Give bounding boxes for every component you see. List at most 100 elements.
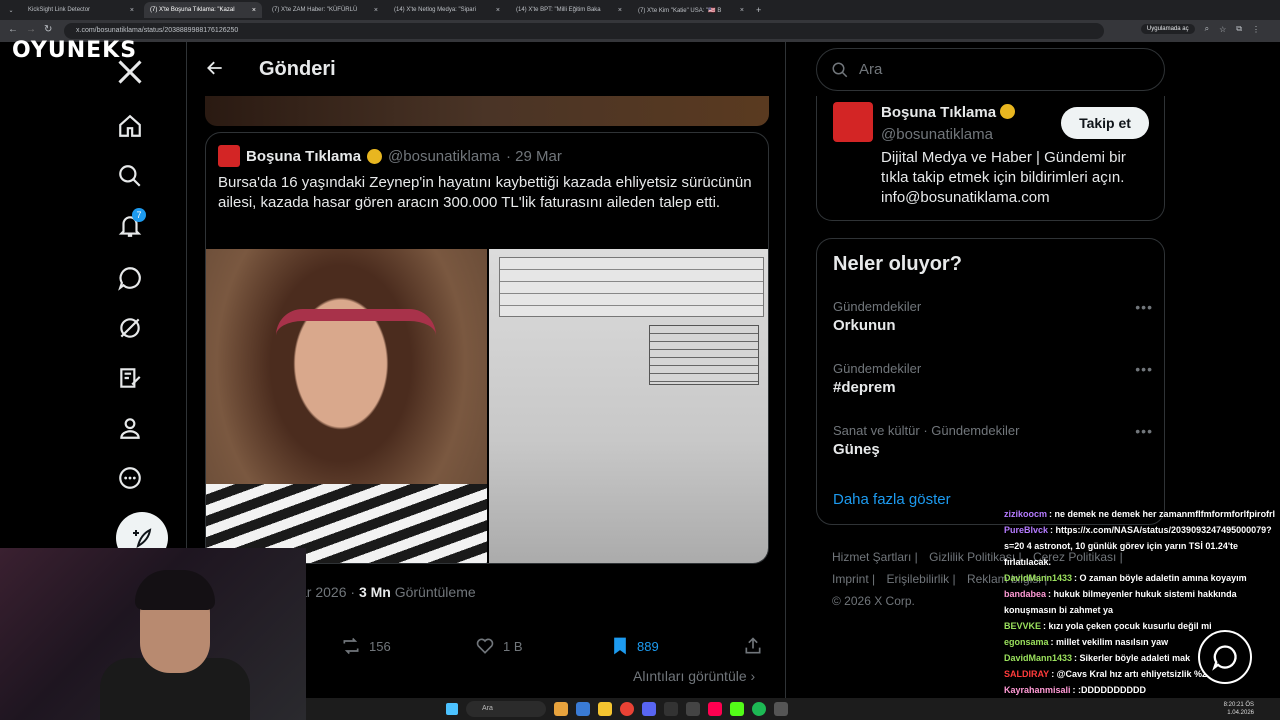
profile-icon[interactable] [110,408,150,448]
extensions-icon[interactable]: ⧉ [1236,24,1242,34]
like-button[interactable]: 1 B [475,636,523,656]
app-icon[interactable] [774,702,788,716]
trend-item[interactable]: Gündemdekiler Orkunun ••• [833,299,1153,334]
trend-category: Gündemdekiler [833,299,922,314]
app-icon[interactable] [576,702,590,716]
webcam-overlay [0,548,306,720]
close-tab-icon[interactable]: × [252,7,256,14]
trend-item[interactable]: Sanat ve kültür · Gündemdekiler Güneş ••… [833,423,1153,458]
post-date[interactable]: · 29 Mar [506,148,562,165]
chrome-icon[interactable] [620,702,634,716]
chat-user: BEVVKE [1004,621,1042,631]
home-icon[interactable] [110,106,150,146]
chat-user: DavidMann1433 [1004,653,1073,663]
open-in-app-button[interactable]: Uygulamada aç [1140,24,1195,34]
clock-time: 8:20:21 ÖS [1223,702,1254,708]
retweet-button[interactable]: 156 [341,636,391,656]
quoted-post[interactable]: Boşuna Tıklama @bosunatiklama · 29 Mar B… [205,132,769,564]
forward-browser-icon[interactable]: → [26,24,36,35]
profile-handle[interactable]: @bosunatiklama [881,126,993,143]
browser-tab[interactable]: KickSight Link Detector × [22,2,140,18]
app-icon[interactable] [642,702,656,716]
follow-button[interactable]: Takip et [1061,107,1149,139]
bookmark-button[interactable]: 889 [611,636,659,656]
articles-icon[interactable] [110,358,150,398]
tab-menu-icon[interactable]: ⌄ [4,7,18,14]
address-bar-actions: Uygulamada aç ⌕ ☆ ⧉ ⋮ [1140,24,1260,34]
verified-badge-icon [1000,104,1016,119]
browser-tab[interactable]: (7) X'te ZAM Haber: "KÜFÜRLÜ × [266,2,384,18]
show-more-link[interactable]: Daha fazla göster [833,491,951,508]
close-tab-icon[interactable]: × [740,7,744,14]
chat-text: : millet vekilim nasılsın yaw [1050,637,1169,647]
retweet-count: 156 [369,638,391,654]
more-dots-icon[interactable]: ••• [1135,299,1153,315]
views-label: Görüntüleme [394,584,476,600]
menu-dots-icon[interactable]: ⋮ [1252,25,1260,34]
chat-user: egonsama [1004,637,1049,647]
close-tab-icon[interactable]: × [374,7,378,14]
spotify-icon[interactable] [752,702,766,716]
trend-item[interactable]: Gündemdekiler #deprem ••• [833,361,1153,396]
girl-photo[interactable] [206,249,487,563]
browser-tab[interactable]: (14) X'te BPT: "Milli Eğitim Baka × [510,2,628,18]
profile-name[interactable]: Boşuna Tıklama [881,104,1016,121]
post-image-bottom[interactable] [205,96,769,126]
bookmark-star-icon[interactable]: ☆ [1219,25,1226,34]
windows-start-icon[interactable] [446,703,458,715]
new-tab-icon[interactable]: + [756,5,761,15]
search-icon[interactable] [110,156,150,196]
author-name[interactable]: Boşuna Tıklama [246,148,361,165]
copyright: © 2026 X Corp. [832,594,915,608]
reload-icon[interactable]: ↻ [44,24,52,35]
invoice-totals [649,325,759,385]
app-icon[interactable] [686,702,700,716]
view-quotes-link[interactable]: Alıntıları görüntüle › [633,668,755,684]
footer-link[interactable]: Erişilebilirlik | [886,572,955,586]
author-handle[interactable]: @bosunatiklama [388,148,500,165]
close-tab-icon[interactable]: × [130,7,134,14]
close-tab-icon[interactable]: × [618,7,622,14]
invoice-photo[interactable] [489,249,768,563]
notifications-icon[interactable]: 7 [110,206,150,246]
app-icon[interactable] [554,702,568,716]
chat-message: BEVVKE: kızı yola çeken çocuk kusurlu de… [1004,618,1278,634]
browser-tab-active[interactable]: (7) X'te Boşuna Tıklama: "Kazal × [144,2,262,18]
more-icon[interactable] [110,458,150,498]
tab-label: (7) X'te Kim "Katie" USA: "🇺🇸 B [638,7,722,14]
share-button[interactable] [743,636,763,656]
back-browser-icon[interactable]: ← [8,24,18,35]
more-dots-icon[interactable]: ••• [1135,423,1153,439]
tab-label: (14) X'te Netlog Medya: "Sipari [394,7,476,13]
footer-link[interactable]: Hizmet Şartları | [832,550,918,564]
tab-label: (7) X'te ZAM Haber: "KÜFÜRLÜ [272,7,358,13]
app-icon[interactable] [664,702,678,716]
more-dots-icon[interactable]: ••• [1135,361,1153,377]
avatar[interactable] [218,145,240,167]
address-bar: ← → ↻ x.com/bosunatiklama/status/2038889… [0,20,1280,42]
taskbar-apps [554,702,788,716]
messages-float-button[interactable] [1198,630,1252,684]
grok-icon[interactable] [110,308,150,348]
avatar[interactable] [833,102,873,142]
zoom-icon[interactable]: ⌕ [1205,24,1209,34]
browser-tab[interactable]: (7) X'te Kim "Katie" USA: "🇺🇸 B × [632,2,750,18]
windows-taskbar: Ara 8:20:21 ÖS 1.04.2026 [306,698,1280,720]
taskbar-clock[interactable]: 8:20:21 ÖS 1.04.2026 [1224,701,1254,717]
search-box[interactable]: Ara [816,48,1165,91]
like-count: 1 B [503,638,523,654]
app-icon[interactable] [730,702,744,716]
browser-tab[interactable]: (14) X'te Netlog Medya: "Sipari × [388,2,506,18]
app-icon[interactable] [598,702,612,716]
view-quotes-label: Alıntıları görüntüle [633,668,747,684]
back-arrow-icon[interactable] [205,58,225,83]
footer-link[interactable]: Imprint | [832,572,875,586]
verified-badge-icon [367,148,383,164]
close-tab-icon[interactable]: × [496,7,500,14]
post-timestamp[interactable]: ar 2026 · [299,584,355,600]
messages-icon[interactable] [110,258,150,298]
taskbar-search[interactable]: Ara [466,701,546,717]
app-icon[interactable] [708,702,722,716]
url-field[interactable]: x.com/bosunatiklama/status/2038889988176… [64,23,1104,39]
x-logo-icon[interactable] [110,52,150,92]
